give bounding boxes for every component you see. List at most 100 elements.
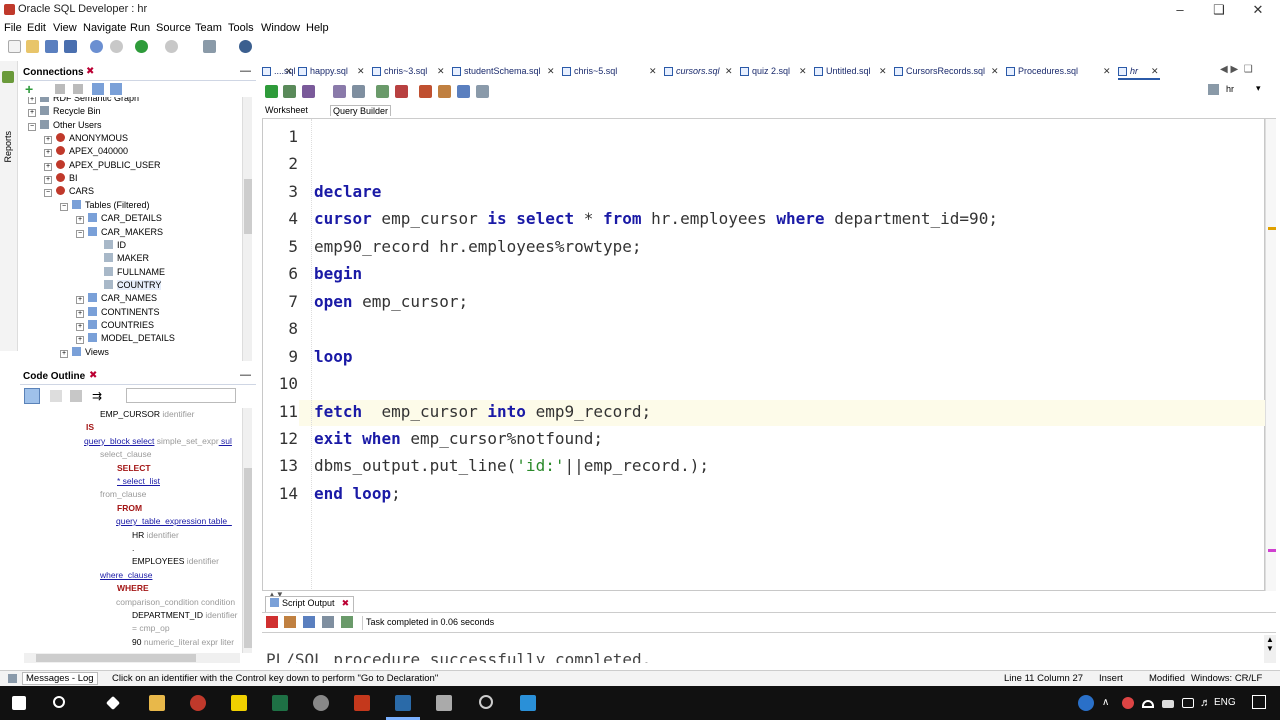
commit-icon[interactable] — [302, 85, 315, 98]
close-tab-icon[interactable]: ✕ — [991, 66, 999, 77]
outline-search-input[interactable] — [126, 388, 236, 403]
input-language[interactable]: ENG — [1214, 697, 1236, 708]
tree-item[interactable]: + CONTINENTS — [76, 306, 160, 320]
editor-tab[interactable]: studentSchema.sql ✕ — [452, 64, 556, 80]
collapse-icon[interactable] — [50, 390, 62, 402]
app-icon-3[interactable] — [479, 695, 493, 709]
tree-item[interactable]: + BI — [44, 173, 78, 186]
file-explorer-icon[interactable] — [149, 695, 165, 711]
minimize-outline-icon[interactable]: — — [240, 369, 251, 381]
code-line[interactable]: open emp_cursor; — [314, 292, 468, 311]
close-window-button[interactable]: ✕ — [1238, 0, 1278, 20]
reports-label[interactable]: Reports — [3, 131, 13, 163]
eraser-icon[interactable] — [438, 85, 451, 98]
expand-toggle-icon[interactable] — [92, 240, 100, 248]
menu-run[interactable]: Run — [130, 22, 150, 34]
tree-item[interactable]: + CAR_NAMES — [76, 293, 157, 306]
outline-node[interactable]: query_block select simple_set_expr sul — [84, 436, 232, 449]
excel-icon[interactable] — [272, 695, 288, 711]
code-line[interactable]: exit when emp_cursor%notfound; — [314, 429, 603, 448]
expand-toggle-icon[interactable]: + — [76, 309, 84, 318]
error-marker[interactable] — [1268, 549, 1276, 552]
history-icon[interactable] — [457, 85, 470, 98]
editor-tab[interactable]: happy.sql ✕ — [298, 64, 366, 80]
outline-node[interactable]: IS — [86, 422, 94, 435]
help-icon[interactable] — [1078, 695, 1094, 711]
close-tab-icon[interactable]: ✕ — [285, 66, 293, 77]
speaker-icon[interactable]: ♬ — [1200, 697, 1211, 709]
outline-node[interactable]: from_clause — [100, 489, 146, 502]
code-line[interactable]: end loop; — [314, 484, 401, 503]
menu-edit[interactable]: Edit — [27, 22, 46, 34]
tree-item[interactable]: + Views — [60, 346, 109, 360]
warning-marker[interactable] — [1268, 227, 1276, 230]
new-file-icon[interactable] — [8, 40, 21, 53]
expand-toggle-icon[interactable]: + — [28, 109, 36, 118]
wifi-icon[interactable] — [1142, 700, 1154, 708]
tab-nav-arrows[interactable]: ◀ ▶ ❑ — [1220, 64, 1253, 75]
tree-item[interactable]: + APEX_PUBLIC_USER — [44, 159, 161, 173]
clear-output-icon[interactable] — [284, 616, 296, 628]
close-tab-icon[interactable]: ✕ — [1151, 66, 1159, 77]
outline-node[interactable]: FROM — [117, 503, 142, 516]
expand-toggle-icon[interactable]: + — [28, 97, 36, 104]
display-icon[interactable] — [1182, 698, 1194, 708]
outline-node[interactable]: comparison_condition condition — [116, 597, 235, 610]
unshared-worksheet-icon[interactable] — [110, 83, 122, 95]
menu-team[interactable]: Team — [195, 22, 222, 34]
code-line[interactable]: fetch emp_cursor into emp9_record; — [314, 402, 651, 421]
reports-icon[interactable] — [2, 71, 14, 83]
outline-node[interactable]: 90 numeric_literal expr liter — [132, 637, 234, 650]
menu-tools[interactable]: Tools — [228, 22, 254, 34]
editor-tab[interactable]: Procedures.sql ✕ — [1006, 64, 1112, 80]
outline-hscrollbar[interactable] — [24, 653, 240, 663]
outline-node[interactable]: EMP_CURSOR identifier — [100, 409, 194, 422]
code-line[interactable]: emp90_record hr.employees%rowtype; — [314, 237, 642, 256]
tab-worksheet[interactable]: Worksheet — [263, 105, 310, 115]
close-tab-icon[interactable]: ✕ — [649, 66, 657, 77]
filter-outline-icon[interactable] — [70, 390, 82, 402]
dropbox-icon[interactable] — [105, 695, 121, 711]
autotrace-icon[interactable] — [352, 85, 365, 98]
battery-icon[interactable] — [1162, 700, 1174, 708]
tree-item[interactable]: ID — [92, 239, 126, 253]
windows-start-icon[interactable] — [12, 696, 26, 710]
code-line[interactable]: dbms_output.put_line('id:'||emp_record.)… — [314, 456, 709, 475]
tree-item[interactable]: − Tables (Filtered) — [60, 199, 150, 213]
insert-mode[interactable]: Insert — [1099, 673, 1123, 684]
editor-tab[interactable]: chris~3.sql ✕ — [372, 64, 446, 80]
app-icon-4[interactable] — [520, 695, 536, 711]
expand-toggle-icon[interactable]: + — [44, 149, 52, 158]
binoculars-icon[interactable] — [239, 40, 252, 53]
menu-navigate[interactable]: Navigate — [83, 22, 126, 34]
connections-scrollbar[interactable] — [242, 97, 252, 361]
close-tab-icon[interactable]: ✕ — [1103, 66, 1111, 77]
tree-item[interactable]: + MODEL_DETAILS — [76, 333, 175, 346]
expand-toggle-icon[interactable]: − — [60, 202, 68, 211]
expand-toggle-icon[interactable]: + — [76, 216, 84, 225]
output-scrollbar[interactable]: ▲ ▼ — [1264, 635, 1276, 663]
close-outline-icon[interactable]: ✖ — [89, 370, 97, 381]
close-tab-icon[interactable]: ✕ — [437, 66, 445, 77]
code-line[interactable]: loop — [314, 347, 353, 366]
expand-toggle-icon[interactable] — [92, 267, 100, 275]
sql-developer-icon[interactable] — [395, 695, 411, 711]
editor-tab[interactable]: ....sql ✕ — [262, 64, 296, 80]
tree-item[interactable]: − Other Users — [28, 119, 102, 133]
redo-icon[interactable] — [110, 40, 123, 53]
menu-view[interactable]: View — [53, 22, 77, 34]
outline-node[interactable]: WHERE — [117, 583, 149, 596]
tree-item[interactable]: + Recycle Bin — [28, 106, 101, 119]
expand-arrow-icon[interactable]: ⇉ — [92, 389, 102, 403]
tree-item[interactable]: − CARS — [44, 186, 94, 199]
tab-script-output[interactable]: Script Output ✖ — [265, 596, 355, 612]
powerpoint-icon[interactable] — [354, 695, 370, 711]
tree-item[interactable]: + ANONYMOUS — [44, 133, 128, 146]
expand-toggle-icon[interactable]: − — [28, 122, 36, 131]
expand-toggle-icon[interactable]: + — [44, 136, 52, 145]
save-output-icon[interactable] — [303, 616, 315, 628]
editor-tab[interactable]: cursors.sql ✕ — [664, 64, 734, 80]
outline-node[interactable]: . — [132, 543, 134, 556]
expand-toggle-icon[interactable]: + — [44, 176, 52, 185]
database-icon[interactable] — [203, 40, 216, 53]
